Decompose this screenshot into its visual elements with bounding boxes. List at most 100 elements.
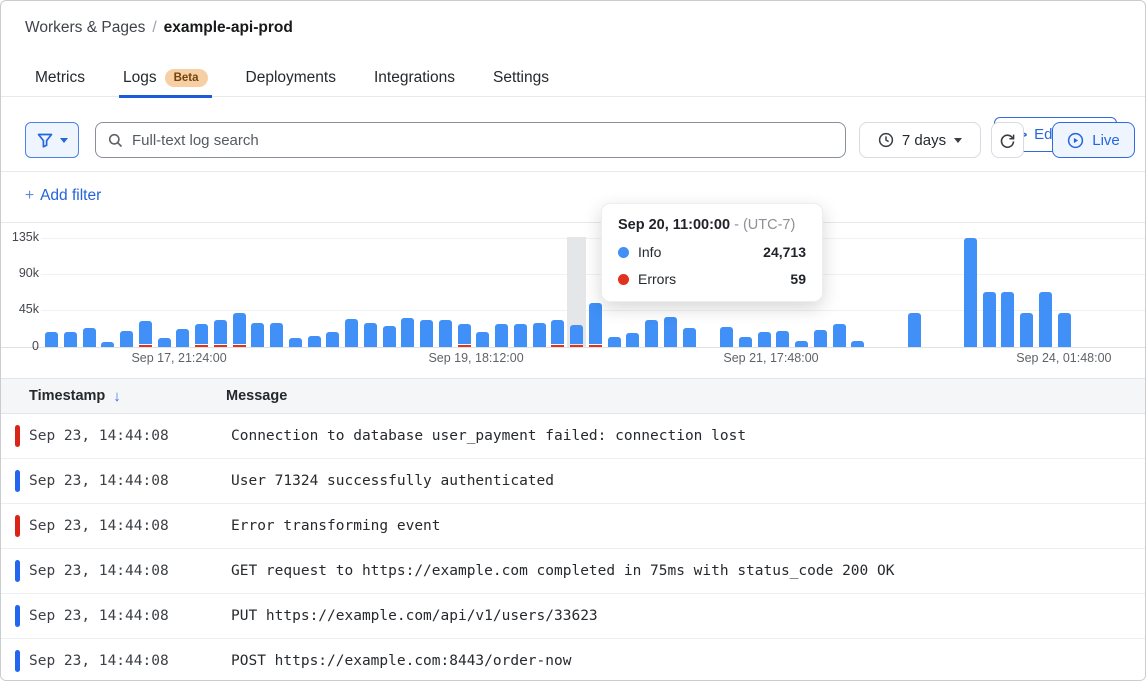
tab-settings[interactable]: Settings: [493, 59, 549, 97]
info-bar[interactable]: [289, 338, 302, 347]
info-bar[interactable]: [383, 326, 396, 347]
errors-bar-segment[interactable]: [233, 345, 246, 348]
info-bar[interactable]: [833, 324, 846, 347]
info-bar[interactable]: [908, 313, 921, 347]
tab-deployments[interactable]: Deployments: [246, 59, 336, 97]
info-bar[interactable]: [270, 323, 283, 347]
log-level-indicator: [15, 650, 20, 672]
log-row[interactable]: Sep 23, 14:44:08 Error transforming even…: [1, 504, 1145, 549]
info-bar[interactable]: [45, 332, 58, 347]
beta-badge: Beta: [165, 69, 208, 87]
info-bar[interactable]: [439, 320, 452, 347]
log-timestamp: Sep 23, 14:44:08: [29, 518, 231, 534]
add-filter-button[interactable]: +Add filter: [25, 187, 101, 205]
errors-bar-segment[interactable]: [570, 345, 583, 348]
log-row[interactable]: Sep 23, 14:44:08 GET request to https://…: [1, 549, 1145, 594]
errors-bar-segment[interactable]: [551, 345, 564, 348]
refresh-button[interactable]: [991, 122, 1024, 158]
info-bar[interactable]: [776, 331, 789, 347]
log-search-box[interactable]: [95, 122, 846, 158]
log-row[interactable]: Sep 23, 14:44:08 PUT https://example.com…: [1, 594, 1145, 639]
info-bar[interactable]: [176, 329, 189, 347]
info-bar[interactable]: [420, 320, 433, 347]
info-bar[interactable]: [364, 323, 377, 347]
add-filter-row: +Add filter: [1, 172, 1145, 223]
info-bar[interactable]: [514, 324, 527, 347]
refresh-icon: [999, 132, 1016, 149]
errors-bar-segment[interactable]: [195, 345, 208, 348]
info-bar[interactable]: [814, 330, 827, 347]
info-bar[interactable]: [608, 337, 621, 347]
info-bar[interactable]: [233, 313, 246, 344]
log-row[interactable]: Sep 23, 14:44:08 Connection to database …: [1, 414, 1145, 459]
info-bar[interactable]: [120, 331, 133, 347]
breadcrumb: Workers & Pages/example-api-prod: [25, 19, 293, 37]
errors-bar-segment[interactable]: [139, 345, 152, 348]
search-input[interactable]: [132, 132, 833, 149]
info-bar[interactable]: [983, 292, 996, 347]
info-bar[interactable]: [964, 238, 977, 347]
x-axis-tick: Sep 21, 17:48:00: [701, 351, 841, 365]
log-row[interactable]: Sep 23, 14:44:08 POST https://example.co…: [1, 639, 1145, 680]
time-range-dropdown[interactable]: 7 days: [859, 122, 981, 158]
column-header-message[interactable]: Message: [226, 388, 287, 404]
time-range-label: 7 days: [902, 132, 946, 149]
info-bar[interactable]: [326, 332, 339, 347]
log-table-header: Timestamp ↓ Message: [1, 378, 1145, 414]
info-bar[interactable]: [589, 303, 602, 344]
column-header-timestamp[interactable]: Timestamp ↓: [1, 388, 226, 405]
info-bar[interactable]: [1020, 313, 1033, 347]
breadcrumb-parent[interactable]: Workers & Pages: [25, 19, 145, 36]
info-bar[interactable]: [739, 337, 752, 347]
plus-icon: +: [25, 187, 34, 204]
info-bar[interactable]: [851, 341, 864, 347]
info-bar[interactable]: [551, 320, 564, 344]
log-level-indicator: [15, 470, 20, 492]
chart-tooltip: Sep 20, 11:00:00 - (UTC-7) Info 24,713 E…: [601, 203, 823, 302]
errors-bar-segment[interactable]: [214, 345, 227, 348]
info-bar[interactable]: [795, 341, 808, 347]
info-bar[interactable]: [195, 324, 208, 344]
filter-menu-button[interactable]: [25, 122, 79, 158]
info-bar[interactable]: [458, 324, 471, 345]
tab-logs[interactable]: Logs Beta: [123, 59, 208, 97]
info-bar[interactable]: [139, 321, 152, 344]
info-bar[interactable]: [83, 328, 96, 347]
info-bar[interactable]: [1001, 292, 1014, 347]
tab-integrations[interactable]: Integrations: [374, 59, 455, 97]
info-bar[interactable]: [758, 332, 771, 347]
info-bar[interactable]: [158, 338, 171, 347]
sort-down-icon[interactable]: ↓: [113, 388, 121, 405]
info-bar[interactable]: [683, 328, 696, 347]
info-bar[interactable]: [645, 320, 658, 347]
info-bar[interactable]: [626, 333, 639, 347]
log-volume-chart[interactable]: 135k90k45k0Sep 17, 21:24:00Sep 19, 18:12…: [1, 223, 1145, 373]
info-bar[interactable]: [64, 332, 77, 347]
info-bar[interactable]: [570, 325, 583, 345]
clock-icon: [878, 132, 894, 148]
info-bar[interactable]: [720, 327, 733, 347]
info-bar[interactable]: [476, 332, 489, 347]
tab-metrics[interactable]: Metrics: [35, 59, 85, 97]
info-bar[interactable]: [664, 317, 677, 347]
log-timestamp: Sep 23, 14:44:08: [29, 608, 231, 624]
info-bar[interactable]: [1039, 292, 1052, 347]
tooltip-errors-label: Errors: [638, 271, 676, 287]
log-level-indicator: [15, 515, 20, 537]
info-bar[interactable]: [533, 323, 546, 347]
info-bar[interactable]: [308, 336, 321, 347]
info-bar[interactable]: [495, 324, 508, 347]
log-message: Error transforming event: [231, 518, 441, 534]
info-bar[interactable]: [214, 320, 227, 344]
info-bar[interactable]: [345, 319, 358, 347]
log-row[interactable]: Sep 23, 14:44:08 User 71324 successfully…: [1, 459, 1145, 504]
x-axis-line: [1, 347, 1145, 348]
info-bar[interactable]: [251, 323, 264, 347]
errors-bar-segment[interactable]: [589, 345, 602, 348]
info-bar[interactable]: [401, 318, 414, 347]
info-bar[interactable]: [1058, 313, 1071, 347]
log-level-indicator: [15, 605, 20, 627]
errors-bar-segment[interactable]: [458, 345, 471, 348]
live-button[interactable]: Live: [1052, 122, 1135, 158]
info-bar[interactable]: [101, 342, 114, 347]
